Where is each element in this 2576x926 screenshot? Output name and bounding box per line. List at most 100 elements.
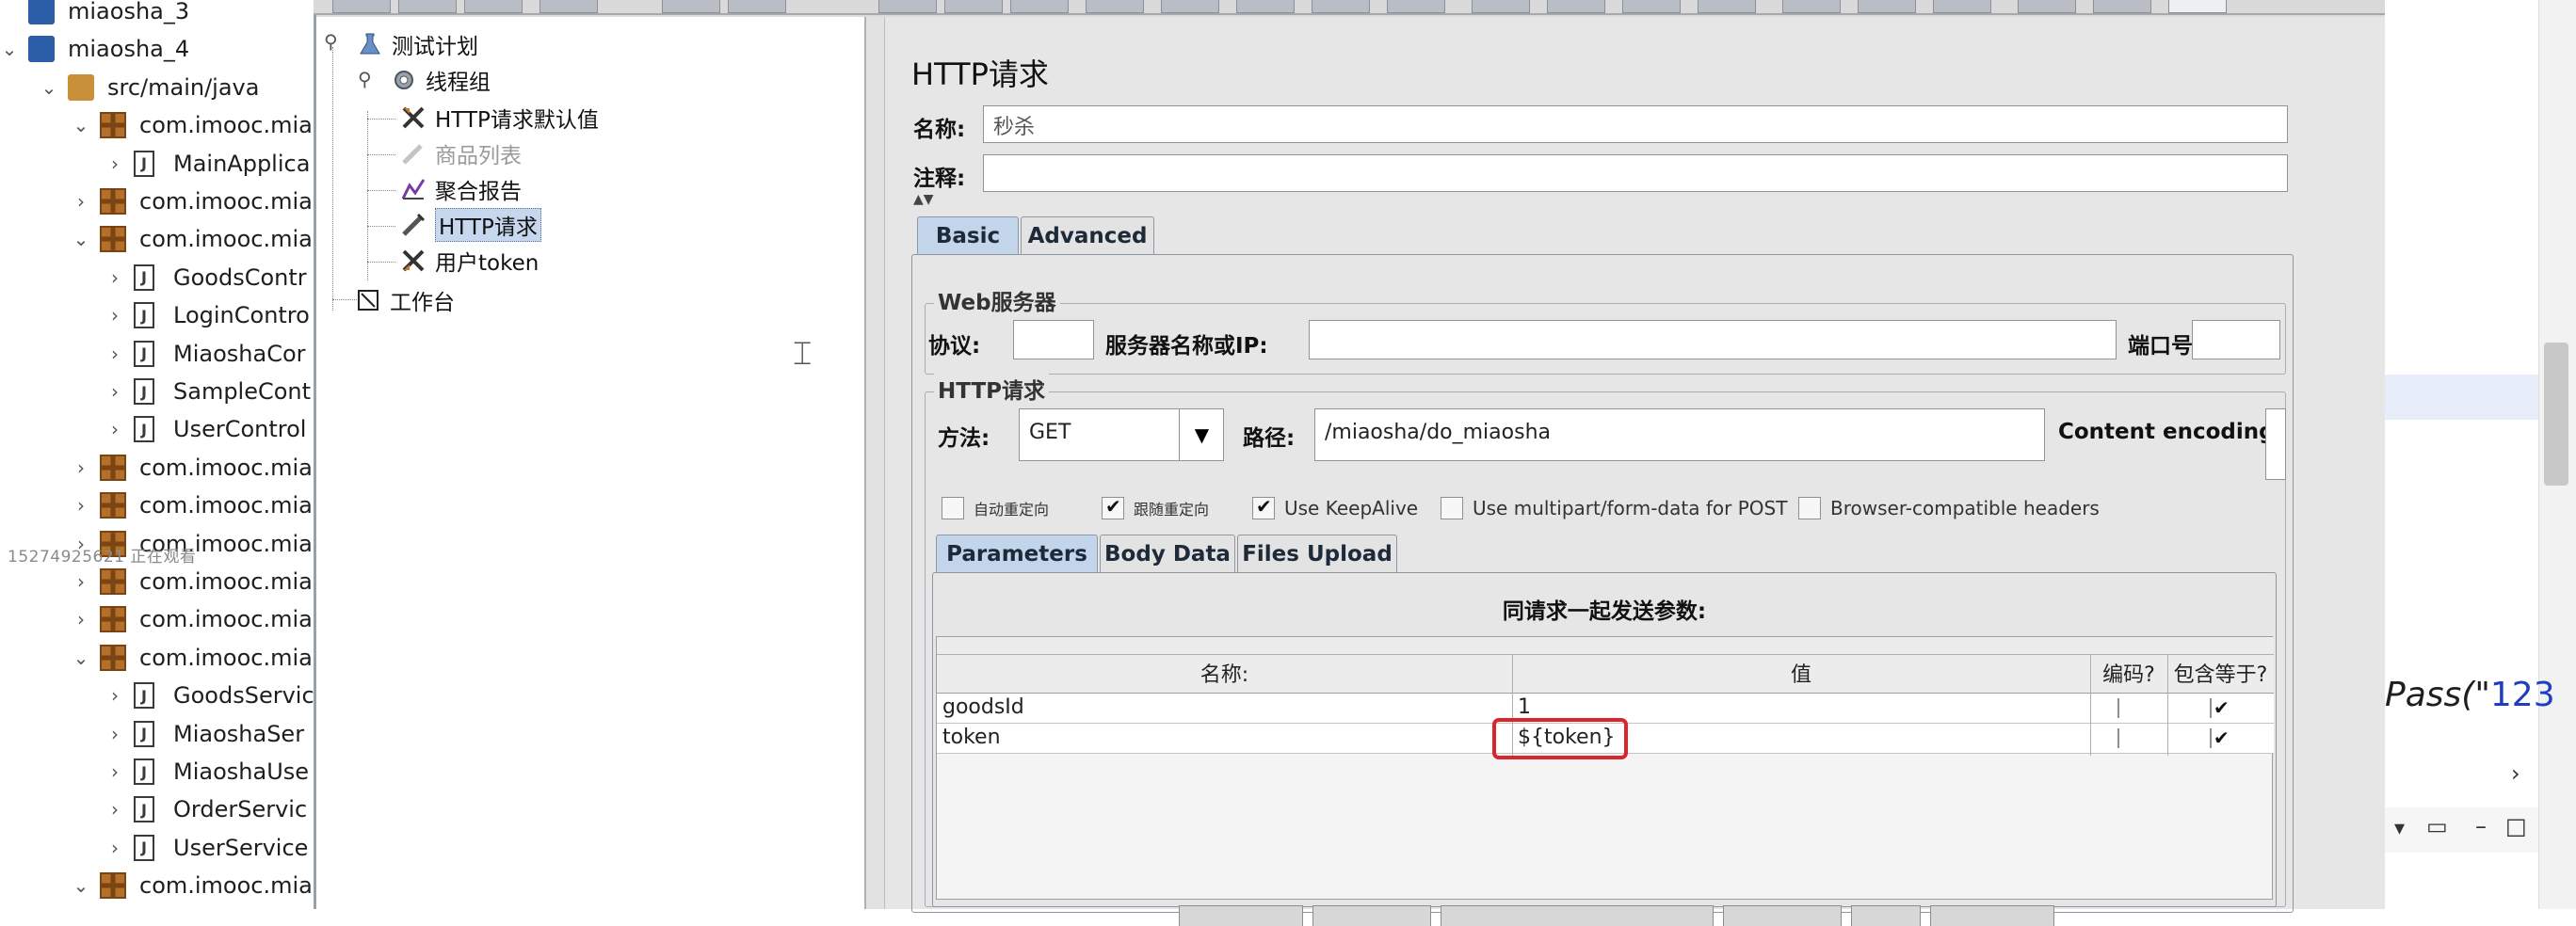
toolbar-button[interactable] [728, 0, 786, 13]
chevron-right-icon[interactable]: › [72, 454, 90, 482]
chevron-right-icon[interactable]: › [105, 150, 124, 178]
toolbar-button[interactable] [1387, 0, 1445, 13]
option-keepalive[interactable]: Use KeepAlive [1252, 495, 1418, 519]
param-value-cell[interactable]: 1 [1518, 695, 1531, 719]
toolbar-button[interactable] [1472, 0, 1530, 13]
tree-node-workbench[interactable]: 工作台 [354, 284, 455, 316]
option-auto-redirect[interactable]: 自动重定向 [942, 497, 1049, 519]
chevron-down-icon[interactable]: ⌄ [72, 225, 90, 253]
path-field[interactable]: /miaosha/do_miaosha [1314, 408, 2045, 461]
tree-node-user-token[interactable]: 用户token [399, 245, 539, 277]
more-button[interactable] [1930, 905, 2054, 926]
toolbar-button[interactable] [1622, 0, 1681, 13]
tree-node-goods-list[interactable]: 商品列表 [399, 137, 522, 169]
toolbar-button[interactable] [1782, 0, 1841, 13]
chevron-right-icon[interactable]: › [105, 340, 124, 368]
tree-item[interactable]: › J UserControl [0, 410, 314, 448]
chevron-right-icon[interactable]: › [105, 834, 124, 862]
scrollbar-thumb[interactable] [2544, 343, 2568, 486]
option-follow-redirect[interactable]: 跟随重定向 [1102, 495, 1209, 519]
toolbar-button[interactable] [2018, 0, 2076, 13]
pane-splitter[interactable] [866, 17, 885, 909]
tree-node-test-plan[interactable]: 测试计划 [356, 28, 478, 60]
collapse-pin-icon[interactable]: ⚲ [358, 68, 372, 90]
follow-redirect-checkbox[interactable] [1102, 495, 1124, 519]
tree-item[interactable]: › J MainApplica [0, 145, 314, 183]
multipart-checkbox[interactable] [1441, 497, 1463, 519]
comment-field[interactable] [983, 154, 2288, 192]
tree-item[interactable]: ⌄ com.imooc.mia [0, 639, 314, 677]
toolbar-button[interactable] [1236, 0, 1295, 13]
tree-item[interactable]: › J MiaoshaSer [0, 715, 314, 753]
add-from-clipboard-button[interactable] [1312, 905, 1431, 926]
tree-node-aggregate-report[interactable]: 聚合报告 [399, 173, 522, 205]
tab-files-upload[interactable]: Files Upload [1237, 535, 1397, 572]
chevron-down-icon[interactable]: ⌄ [72, 871, 90, 900]
down-button[interactable] [1851, 905, 1921, 926]
browser-headers-checkbox[interactable] [1798, 497, 1821, 519]
tree-item[interactable]: miaosha_3 [0, 0, 314, 30]
tree-node-http-request[interactable]: HTTP请求 [399, 208, 541, 242]
chevron-down-icon[interactable]: ▼ [1179, 408, 1224, 461]
option-browser-headers[interactable]: Browser-compatible headers [1798, 497, 2100, 519]
tree-item[interactable]: › J GoodsServic [0, 677, 314, 714]
toolbar-button[interactable] [332, 0, 391, 13]
encode-checkbox[interactable] [2117, 698, 2119, 718]
tree-item[interactable]: › J LoginContro [0, 296, 314, 334]
toolbar-button[interactable] [1858, 0, 1916, 13]
tree-item[interactable]: › com.imooc.mia [0, 487, 314, 524]
chevron-down-icon[interactable]: ⌄ [72, 644, 90, 672]
toolbar-button[interactable] [1547, 0, 1605, 13]
tab-parameters[interactable]: Parameters [936, 535, 1098, 572]
name-field[interactable]: 秒杀 [983, 105, 2288, 143]
param-name-cell[interactable]: token [942, 726, 1001, 749]
chevron-right-icon[interactable]: › [105, 681, 124, 710]
protocol-field[interactable] [1013, 320, 1094, 359]
tree-item[interactable]: ⌄ miaosha_4 [0, 30, 314, 68]
chevron-down-icon[interactable]: ⌄ [72, 111, 90, 139]
expand-arrows-icon[interactable]: ▲▼ [913, 192, 934, 207]
tree-item[interactable]: › com.imooc.mia [0, 563, 314, 600]
content-encoding-field[interactable] [2265, 408, 2286, 480]
chevron-right-icon[interactable]: › [72, 605, 90, 633]
chevron-right-icon[interactable]: › [2511, 760, 2520, 787]
dropdown-arrow-icon[interactable]: ▾ [2394, 817, 2405, 840]
collapse-pin-icon[interactable]: ⚲ [324, 30, 338, 53]
auto-redirect-checkbox[interactable] [942, 497, 964, 519]
toolbar-button[interactable] [1933, 0, 1991, 13]
toolbar-button[interactable] [539, 0, 598, 13]
chevron-right-icon[interactable]: › [105, 720, 124, 748]
tree-item[interactable]: ⌄ src/main/java [0, 69, 314, 106]
chevron-right-icon[interactable]: › [105, 263, 124, 292]
tree-item[interactable]: › com.imooc.mia [0, 183, 314, 220]
toolbar-button[interactable] [1161, 0, 1219, 13]
tree-item[interactable]: › com.imooc.mia [0, 449, 314, 487]
server-field[interactable] [1309, 320, 2117, 359]
new-window-icon[interactable]: ▭ [2426, 813, 2448, 839]
delete-button[interactable] [1441, 905, 1714, 926]
option-multipart[interactable]: Use multipart/form-data for POST [1441, 497, 1787, 519]
tree-item[interactable]: › J UserService [0, 829, 314, 867]
tree-item[interactable]: › J MiaoshaUse [0, 753, 314, 790]
chevron-down-icon[interactable]: ⌄ [40, 73, 58, 102]
tree-item[interactable]: › com.imooc.mia [0, 600, 314, 638]
toolbar-button[interactable] [1010, 0, 1069, 13]
toolbar-button[interactable] [878, 0, 937, 13]
tree-node-http-defaults[interactable]: HTTP请求默认值 [399, 102, 599, 134]
tree-item[interactable]: › J MiaoshaCor [0, 335, 314, 373]
chevron-right-icon[interactable]: › [105, 415, 124, 443]
param-name-cell[interactable]: goodsId [942, 695, 1024, 719]
chevron-right-icon[interactable]: › [105, 377, 124, 406]
tree-item[interactable]: › J SampleCont [0, 373, 314, 410]
keepalive-checkbox[interactable] [1252, 495, 1275, 519]
tree-item[interactable]: › J OrderServic [0, 790, 314, 828]
toolbar-button[interactable] [398, 0, 457, 13]
tab-body-data[interactable]: Body Data [1100, 535, 1235, 572]
add-button[interactable] [1179, 905, 1303, 926]
chevron-right-icon[interactable]: › [105, 301, 124, 329]
tree-item[interactable]: ⌄ com.imooc.mia [0, 106, 314, 144]
toolbar-button[interactable] [464, 0, 523, 13]
toolbar-button[interactable] [2093, 0, 2151, 13]
tree-node-thread-group[interactable]: 线程组 [390, 64, 491, 96]
toolbar-button[interactable] [944, 0, 1003, 13]
